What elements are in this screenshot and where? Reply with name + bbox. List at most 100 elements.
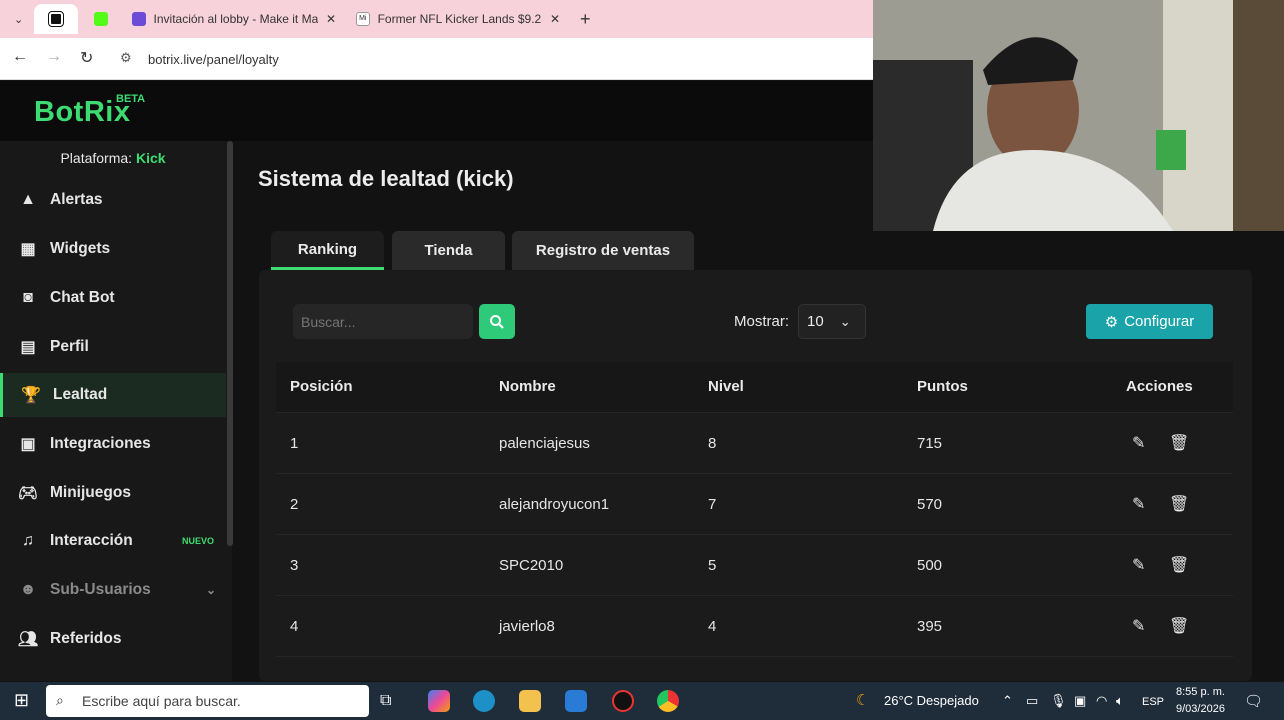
trophy-icon: 🏆 xyxy=(21,387,41,404)
sidebar-item-alertas[interactable]: ▲ Alertas xyxy=(0,178,226,222)
beta-badge: BETA xyxy=(116,93,146,105)
weather-text[interactable]: 26°C Despejado xyxy=(884,693,979,708)
cell-name: javierlo8 xyxy=(499,618,555,635)
gamepad-icon: 🎮︎ xyxy=(17,485,39,502)
botrix-favicon-icon xyxy=(48,11,64,27)
cell-position: 3 xyxy=(290,557,299,574)
weather-moon-icon: ☾ xyxy=(856,692,870,709)
table-row: 2 alejandroyucon1 7 570 ✎ 🗑︎ xyxy=(276,473,1233,533)
sidebar-item-chat-bot[interactable]: ◙ Chat Bot xyxy=(0,276,226,320)
tab-registro-de-ventas[interactable]: Registro de ventas xyxy=(512,231,694,270)
configure-button[interactable]: ⚙ Configurar xyxy=(1086,304,1213,339)
obs-icon[interactable] xyxy=(612,690,634,712)
tab-botrix[interactable] xyxy=(34,4,78,34)
cell-level: 8 xyxy=(708,435,717,452)
profile-card-icon: ▤ xyxy=(20,339,36,356)
search-icon: ⌕ xyxy=(56,692,64,708)
sidebar-item-label: Sub-Usuarios xyxy=(50,581,151,598)
gears-icon: ⚙ xyxy=(1104,313,1119,331)
clock-date[interactable]: 9/03/2026 xyxy=(1176,703,1225,715)
edit-icon[interactable]: ✎ xyxy=(1132,494,1145,514)
sidebar-item-label: Referidos xyxy=(50,630,122,647)
news-favicon-icon: Mi xyxy=(356,12,370,26)
tab-kick[interactable] xyxy=(84,4,118,34)
column-header-position[interactable]: Posición xyxy=(290,378,353,395)
sidebar-item-minijuegos[interactable]: 🎮︎ Minijuegos xyxy=(0,471,226,515)
column-header-name[interactable]: Nombre xyxy=(499,378,556,395)
column-header-level[interactable]: Nivel xyxy=(708,378,744,395)
cell-points: 395 xyxy=(917,618,943,635)
trash-icon[interactable]: 🗑︎ xyxy=(1169,433,1189,453)
edit-icon[interactable]: ✎ xyxy=(1132,433,1145,453)
new-tab-button[interactable]: + xyxy=(572,4,599,34)
chrome-icon[interactable] xyxy=(657,690,679,712)
copilot-icon[interactable] xyxy=(428,690,450,712)
taskbar-search-box[interactable]: ⌕ Escribe aquí para buscar. xyxy=(46,685,369,717)
close-tab-icon[interactable]: ✕ xyxy=(550,12,560,26)
table-header-row xyxy=(276,362,1233,412)
trash-icon[interactable]: 🗑︎ xyxy=(1169,616,1189,636)
clock-time[interactable]: 8:55 p. m. xyxy=(1176,686,1225,698)
page-title: Sistema de lealtad (kick) xyxy=(258,166,514,191)
tab-ranking[interactable]: Ranking xyxy=(271,231,384,270)
sidebar-item-perfil[interactable]: ▤ Perfil xyxy=(0,325,226,369)
tray-network-icon[interactable]: ▭ xyxy=(1026,693,1038,709)
chevron-down-icon: ⌄ xyxy=(205,583,216,597)
tray-chevron-up-icon[interactable]: ⌃ xyxy=(1002,693,1013,709)
sidebar-item-label: Minijuegos xyxy=(50,484,131,501)
outlook-icon[interactable] xyxy=(565,690,587,712)
language-indicator[interactable]: ESP xyxy=(1142,696,1164,708)
platform-label: Plataforma: xyxy=(60,150,133,166)
cell-level: 5 xyxy=(708,557,717,574)
cell-level: 7 xyxy=(708,496,717,513)
search-icon xyxy=(490,314,504,329)
sidebar-item-lealtad[interactable]: 🏆 Lealtad xyxy=(0,373,226,417)
sidebar-item-label: Perfil xyxy=(50,338,89,355)
file-explorer-icon[interactable] xyxy=(519,690,541,712)
trash-icon[interactable]: 🗑︎ xyxy=(1169,555,1189,575)
tab-title: Former NFL Kicker Lands $9.25 xyxy=(377,12,542,26)
edge-icon[interactable] xyxy=(473,690,495,712)
webcam-overlay xyxy=(873,0,1284,231)
microphone-icon[interactable]: 🎙︎ xyxy=(1050,693,1067,709)
task-view-icon[interactable]: ⧉ xyxy=(380,692,391,710)
search-button[interactable] xyxy=(479,304,515,339)
sidebar-item-widgets[interactable]: ▦ Widgets xyxy=(0,227,226,271)
edit-icon[interactable]: ✎ xyxy=(1132,555,1145,575)
close-tab-icon[interactable]: ✕ xyxy=(326,12,336,26)
url-text[interactable]: botrix.live/panel/loyalty xyxy=(148,52,279,67)
forward-icon[interactable]: → xyxy=(46,48,62,66)
sidebar-item-sub-usuarios[interactable]: ☻ Sub-Usuarios ⌄ xyxy=(0,568,226,612)
search-input[interactable] xyxy=(293,304,473,339)
tab-nfl-news[interactable]: Mi Former NFL Kicker Lands $9.25 ✕ xyxy=(348,4,568,34)
tab-tienda[interactable]: Tienda xyxy=(392,231,505,270)
notifications-icon[interactable]: 🗨︎ xyxy=(1244,692,1263,710)
sidebar-item-integraciones[interactable]: ▣ Integraciones xyxy=(0,422,226,466)
windows-start-icon[interactable]: ⊞ xyxy=(14,690,29,711)
sidebar-scrollbar[interactable] xyxy=(227,141,233,546)
volume-icon[interactable]: 🔈︎ xyxy=(1116,693,1124,709)
platform-value: Kick xyxy=(135,150,166,166)
cell-level: 4 xyxy=(708,618,717,635)
platform-indicator: Plataforma: Kick xyxy=(0,150,226,166)
sidebar-item-label: Integraciones xyxy=(50,435,151,452)
edit-icon[interactable]: ✎ xyxy=(1132,616,1145,636)
lobby-favicon-icon xyxy=(132,12,146,26)
reload-icon[interactable]: ↻ xyxy=(80,48,93,68)
widgets-icon: ▦ xyxy=(20,241,36,258)
back-icon[interactable]: ← xyxy=(12,48,28,66)
table-row: 5 4 425 xyxy=(276,656,1233,682)
sidebar-item-interaccion[interactable]: ♫ Interacción NUEVO xyxy=(0,519,226,563)
tab-title: Invitación al lobby - Make it Ma xyxy=(153,12,318,26)
tab-list-button[interactable]: ⌄ xyxy=(6,4,31,34)
wifi-icon[interactable]: ◠ xyxy=(1096,693,1107,709)
site-info-icon[interactable]: ⚙ xyxy=(120,50,132,66)
trash-icon[interactable]: 🗑︎ xyxy=(1169,494,1189,514)
chevron-down-icon: ⌄ xyxy=(839,313,851,329)
sidebar-item-label: Lealtad xyxy=(53,386,108,403)
sidebar-item-referidos[interactable]: 👥︎ Referidos xyxy=(0,617,226,661)
tab-lobby-invite[interactable]: Invitación al lobby - Make it Ma ✕ xyxy=(124,4,344,34)
tray-display-icon[interactable]: ▣ xyxy=(1074,693,1086,709)
show-count-select[interactable]: 10 ⌄ xyxy=(798,304,866,339)
column-header-points[interactable]: Puntos xyxy=(917,378,968,395)
